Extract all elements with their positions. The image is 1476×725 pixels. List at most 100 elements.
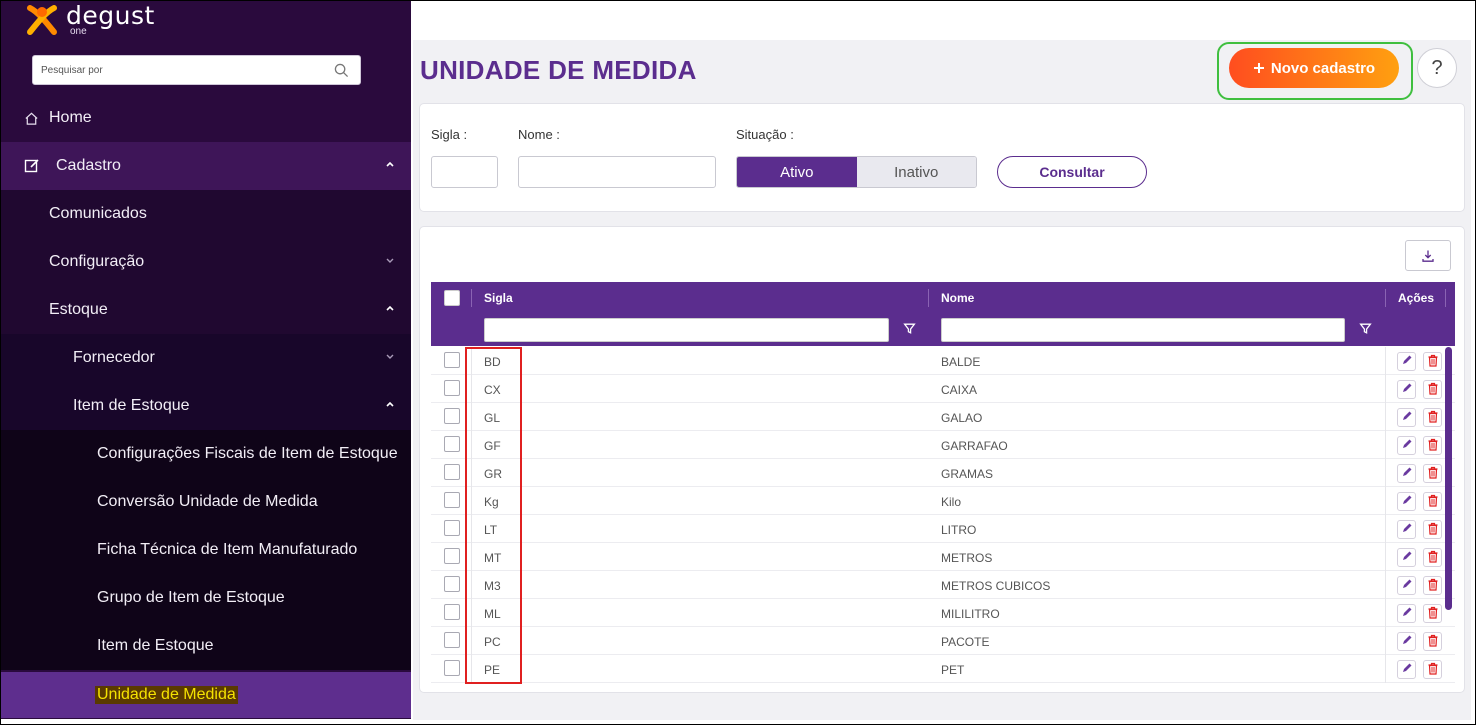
delete-button[interactable] [1423, 352, 1442, 371]
chevron-up-icon [386, 305, 394, 311]
pencil-icon [1401, 550, 1413, 565]
edit-button[interactable] [1397, 548, 1416, 567]
row-divider [1385, 431, 1386, 459]
export-button[interactable] [1405, 240, 1451, 271]
edit-button[interactable] [1397, 492, 1416, 511]
chevron-down-icon [386, 354, 394, 359]
table-row[interactable]: GF GARRAFAO [431, 431, 1455, 459]
row-divider [1385, 655, 1386, 683]
logo[interactable]: degust [24, 2, 155, 42]
sidebar-item-comunicados[interactable]: Comunicados [0, 190, 411, 238]
edit-button[interactable] [1397, 632, 1416, 651]
table-row[interactable]: GR GRAMAS [431, 459, 1455, 487]
row-divider [471, 543, 472, 571]
row-checkbox[interactable] [444, 436, 460, 452]
sigla-input[interactable] [431, 156, 498, 188]
table-row[interactable]: BD BALDE [431, 347, 1455, 375]
row-checkbox[interactable] [444, 604, 460, 620]
new-record-button[interactable]: Novo cadastro [1229, 48, 1399, 88]
inativo-option[interactable]: Inativo [856, 157, 976, 187]
table-row[interactable]: M3 METROS CUBICOS [431, 571, 1455, 599]
delete-button[interactable] [1423, 520, 1442, 539]
row-checkbox[interactable] [444, 660, 460, 676]
help-button[interactable]: ? [1417, 48, 1457, 88]
select-all-checkbox[interactable] [444, 290, 460, 306]
row-checkbox[interactable] [444, 492, 460, 508]
edit-button[interactable] [1397, 604, 1416, 623]
cell-nome: PET [941, 663, 965, 677]
sigla-filter-input[interactable] [484, 318, 889, 342]
consultar-button[interactable]: Consultar [997, 156, 1147, 188]
sidebar: degust one Home Cadastro Comunicados Con… [0, 0, 411, 719]
row-checkbox[interactable] [444, 520, 460, 536]
table-row[interactable]: GL GALAO [431, 403, 1455, 431]
edit-button[interactable] [1397, 352, 1416, 371]
table-row[interactable]: Kg Kilo [431, 487, 1455, 515]
table-row[interactable]: PE PET [431, 655, 1455, 683]
edit-button[interactable] [1397, 520, 1416, 539]
row-checkbox[interactable] [444, 548, 460, 564]
sidebar-item-home[interactable]: Home [0, 94, 411, 142]
trash-icon [1427, 354, 1439, 370]
delete-button[interactable] [1423, 632, 1442, 651]
cell-sigla: GR [484, 467, 502, 481]
edit-button[interactable] [1397, 408, 1416, 427]
nome-input[interactable] [518, 156, 716, 188]
column-header-nome[interactable]: Nome [941, 282, 974, 314]
sidebar-item-item-estoque[interactable]: Item de Estoque [0, 382, 411, 430]
edit-button[interactable] [1397, 576, 1416, 595]
situacao-label: Situação : [736, 127, 794, 142]
trash-icon [1427, 410, 1439, 426]
table-row[interactable]: PC PACOTE [431, 627, 1455, 655]
pencil-icon [1401, 438, 1413, 453]
search-input[interactable] [33, 56, 323, 84]
sidebar-item-item-estoque-sub[interactable]: Item de Estoque [0, 622, 411, 670]
delete-button[interactable] [1423, 408, 1442, 427]
row-checkbox[interactable] [444, 632, 460, 648]
sidebar-item-cadastro[interactable]: Cadastro [0, 142, 411, 190]
column-header-sigla[interactable]: Sigla [484, 282, 513, 314]
plus-icon [1253, 63, 1264, 73]
ativo-option[interactable]: Ativo [737, 157, 857, 187]
row-divider [1385, 627, 1386, 655]
edit-button[interactable] [1397, 660, 1416, 679]
sidebar-item-estoque[interactable]: Estoque [0, 286, 411, 334]
sidebar-item-label: Item de Estoque [97, 637, 214, 654]
delete-button[interactable] [1423, 492, 1442, 511]
delete-button[interactable] [1423, 380, 1442, 399]
table-row[interactable]: LT LITRO [431, 515, 1455, 543]
edit-button[interactable] [1397, 436, 1416, 455]
search-icon[interactable] [334, 63, 349, 78]
sidebar-item-fornecedor[interactable]: Fornecedor [0, 334, 411, 382]
sidebar-item-configuracao[interactable]: Configuração [0, 238, 411, 286]
home-icon [25, 112, 38, 125]
table-row[interactable]: CX CAIXA [431, 375, 1455, 403]
filter-icon[interactable] [903, 322, 916, 335]
sidebar-item-config-fiscais[interactable]: Configurações Fiscais de Item de Estoque [0, 430, 411, 478]
sidebar-item-grupo[interactable]: Grupo de Item de Estoque [0, 574, 411, 622]
filter-icon[interactable] [1359, 322, 1372, 335]
grid-scrollbar[interactable] [1445, 347, 1452, 610]
delete-button[interactable] [1423, 576, 1442, 595]
edit-button[interactable] [1397, 380, 1416, 399]
row-divider [471, 431, 472, 459]
row-checkbox[interactable] [444, 408, 460, 424]
row-checkbox[interactable] [444, 352, 460, 368]
edit-button[interactable] [1397, 464, 1416, 483]
sidebar-item-ficha-tecnica[interactable]: Ficha Técnica de Item Manufaturado [0, 526, 411, 574]
sidebar-item-conversao[interactable]: Conversão Unidade de Medida [0, 478, 411, 526]
table-row[interactable]: ML MILILITRO [431, 599, 1455, 627]
row-checkbox[interactable] [444, 380, 460, 396]
row-divider [471, 375, 472, 403]
delete-button[interactable] [1423, 548, 1442, 567]
delete-button[interactable] [1423, 660, 1442, 679]
row-checkbox[interactable] [444, 576, 460, 592]
row-divider [471, 347, 472, 375]
delete-button[interactable] [1423, 436, 1442, 455]
sidebar-item-unidade-medida[interactable]: Unidade de Medida [0, 672, 411, 718]
row-checkbox[interactable] [444, 464, 460, 480]
nome-filter-input[interactable] [941, 318, 1345, 342]
delete-button[interactable] [1423, 464, 1442, 483]
delete-button[interactable] [1423, 604, 1442, 623]
table-row[interactable]: MT METROS [431, 543, 1455, 571]
